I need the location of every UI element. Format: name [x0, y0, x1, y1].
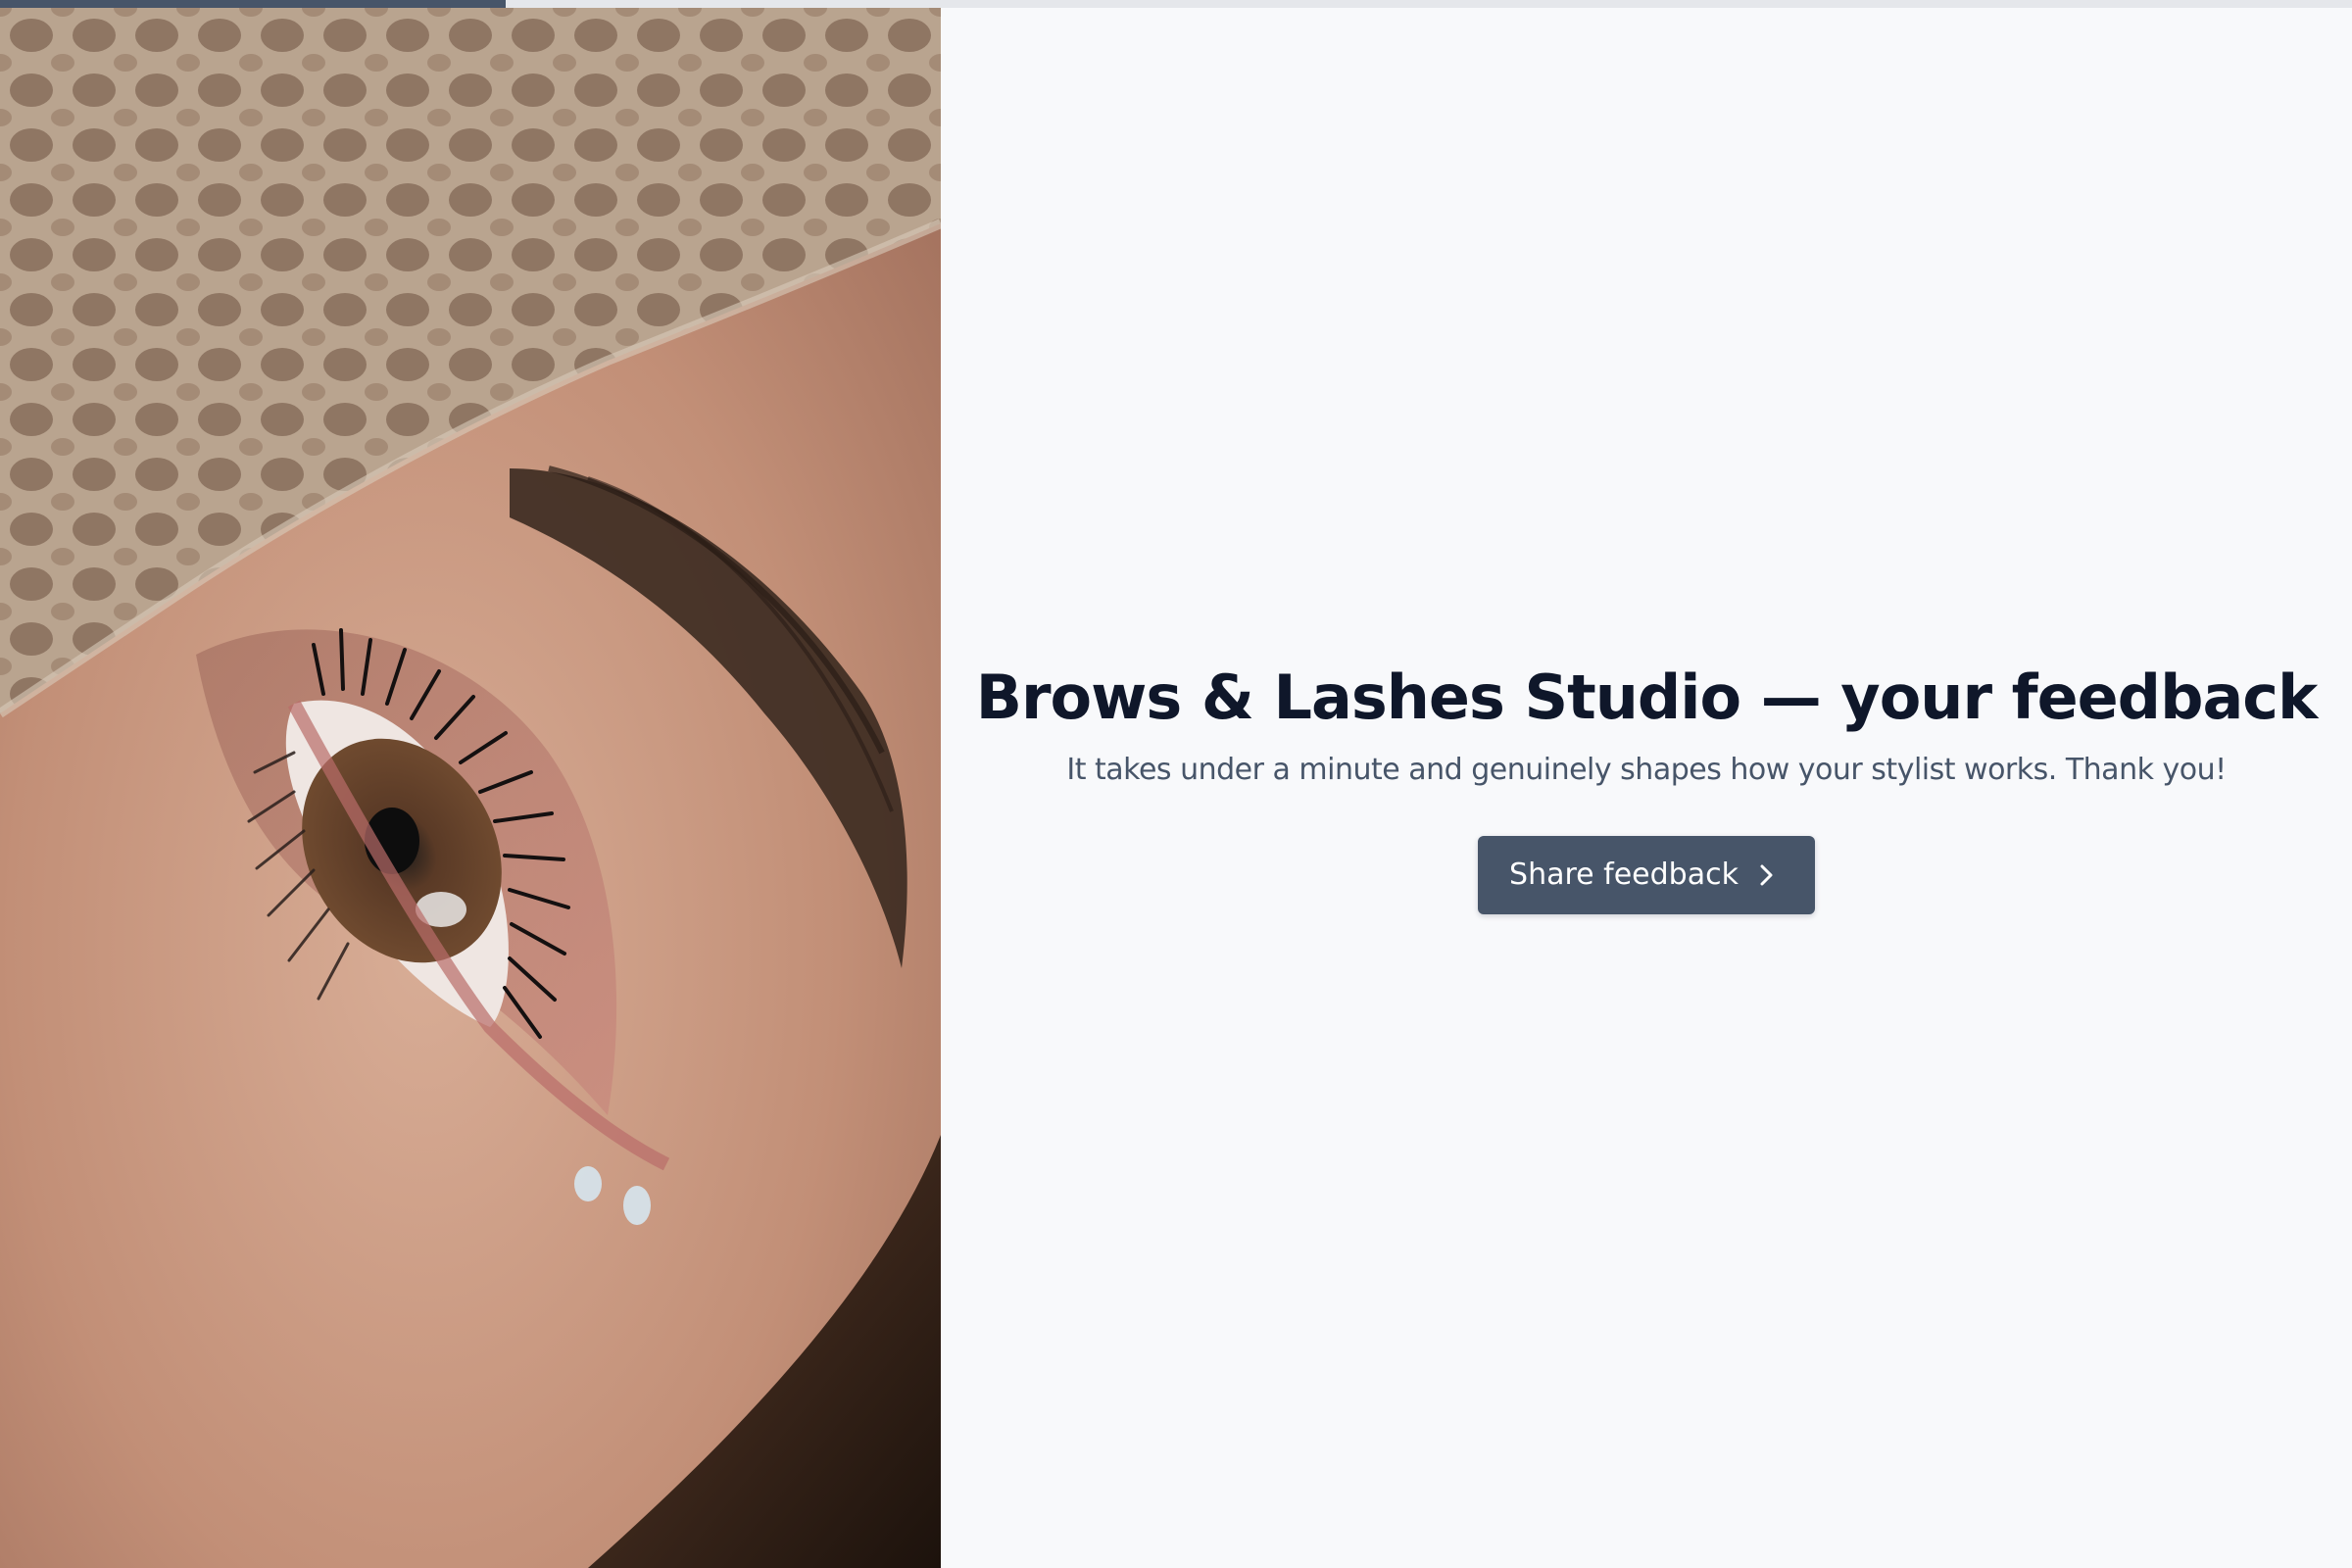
page-subtitle: It takes under a minute and genuinely sh…	[1066, 752, 2227, 787]
progress-bar-fill	[0, 0, 506, 8]
survey-welcome-page: Brows & Lashes Studio — your feedback It…	[0, 0, 2352, 1568]
progress-bar	[0, 0, 2352, 8]
share-feedback-button[interactable]: Share feedback	[1478, 835, 1815, 914]
chevron-right-icon	[1758, 862, 1776, 888]
share-feedback-label: Share feedback	[1509, 858, 1739, 893]
hero-image	[0, 8, 941, 1568]
welcome-panel: Brows & Lashes Studio — your feedback It…	[941, 8, 2352, 1568]
page-title: Brows & Lashes Studio — your feedback	[975, 662, 2319, 734]
